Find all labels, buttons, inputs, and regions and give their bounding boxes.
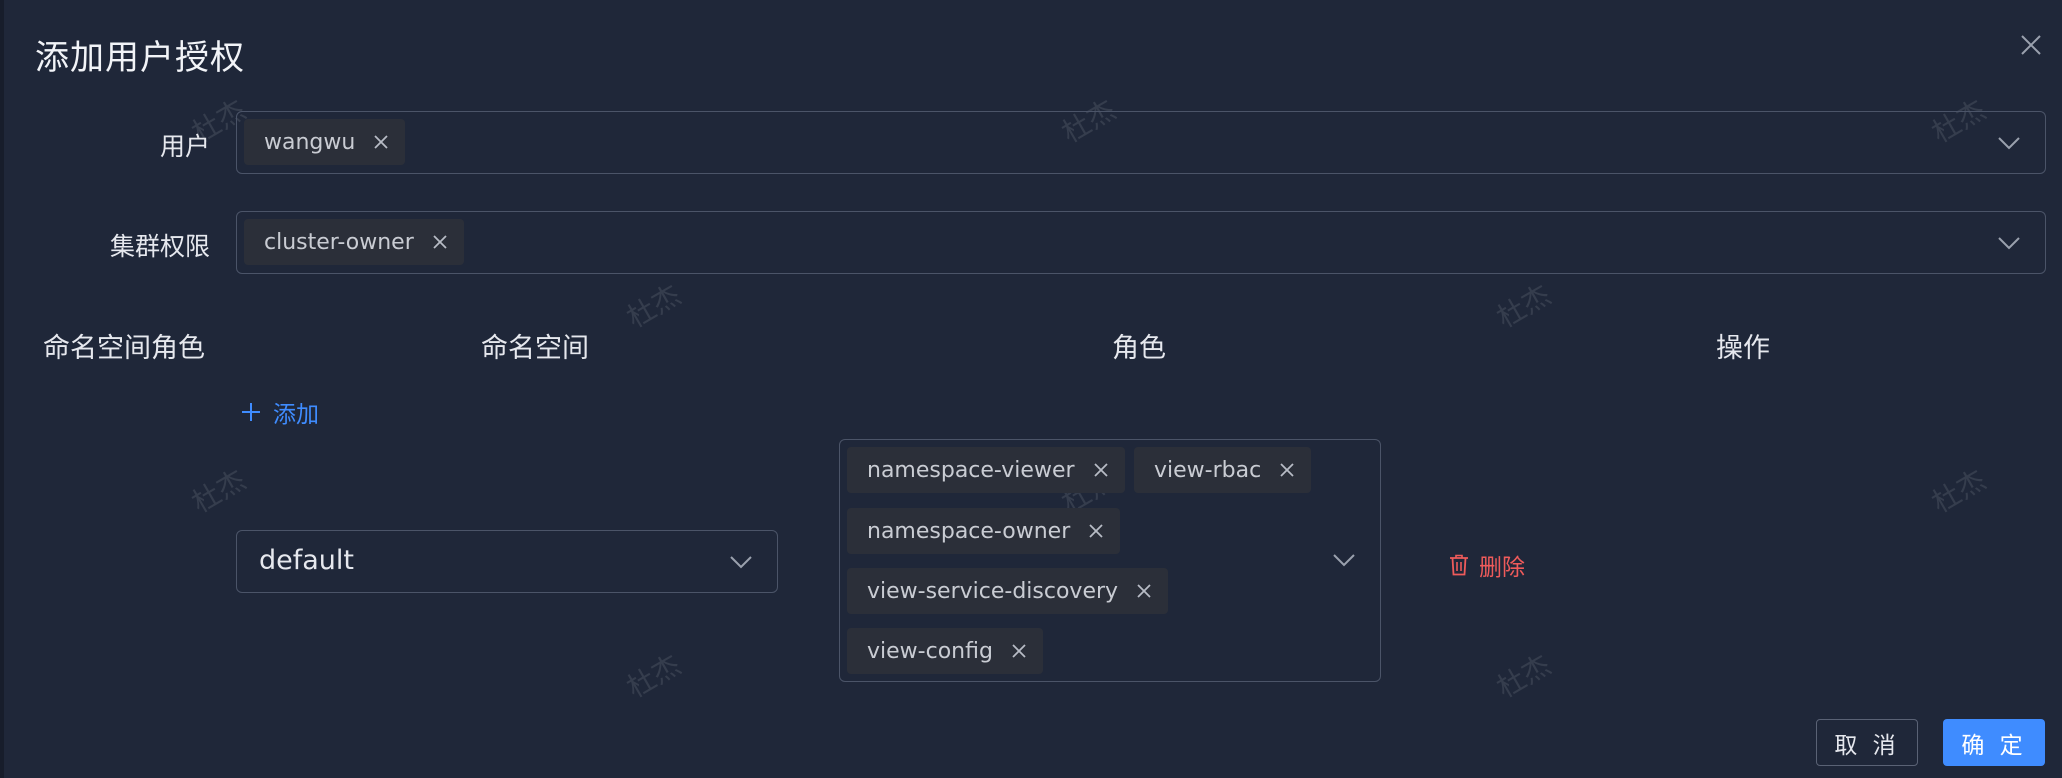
role-tag: view-service-discovery [847, 568, 1169, 614]
close-icon [1093, 463, 1108, 477]
user-select[interactable] [236, 111, 2046, 174]
namespace-value: default [259, 545, 355, 576]
role-tag: view-rbac [1134, 447, 1312, 493]
dialog-title: 添加用户授权 [35, 38, 245, 78]
cancel-button[interactable]: 取 消 [1816, 719, 1918, 766]
add-label: 添加 [273, 402, 319, 428]
role-column-header: 角色 [1112, 333, 1166, 364]
watermark: 杜杰 [186, 463, 252, 520]
chevron-down-icon [1333, 554, 1355, 567]
cluster-permission-tag-label: cluster-owner [264, 229, 414, 255]
role-tag-label: view-config [867, 638, 993, 664]
role-tag: namespace-viewer [847, 447, 1125, 493]
delete-row-button[interactable]: 删除 [1449, 548, 1525, 582]
tag-remove-button[interactable] [373, 134, 389, 150]
plus-icon [242, 403, 260, 421]
tag-remove-button[interactable] [1011, 643, 1027, 659]
user-label: 用户 [159, 132, 210, 161]
close-icon [1089, 524, 1103, 538]
tag-remove-button[interactable] [1088, 523, 1104, 539]
watermark: 杜杰 [1491, 278, 1557, 335]
close-icon [1280, 463, 1294, 477]
role-tag: view-config [847, 628, 1043, 674]
role-tag-label: view-rbac [1154, 457, 1262, 483]
tag-remove-button[interactable] [1093, 462, 1109, 478]
role-tag-label: namespace-viewer [867, 457, 1075, 483]
namespace-column-header: 命名空间 [481, 333, 589, 364]
watermark: 杜杰 [1926, 463, 1992, 520]
tag-remove-button[interactable] [1136, 583, 1152, 599]
watermark: 杜杰 [621, 278, 687, 335]
watermark: 杜杰 [621, 648, 687, 705]
operation-column-header: 操作 [1716, 333, 1770, 364]
trash-icon [1450, 554, 1468, 576]
cluster-permission-label: 集群权限 [109, 232, 210, 261]
close-icon [2021, 35, 2041, 55]
cluster-permission-select[interactable] [236, 211, 2046, 274]
close-icon [1012, 644, 1026, 658]
close-icon [374, 135, 388, 149]
namespace-role-label: 命名空间角色 [43, 333, 205, 364]
tag-remove-button[interactable] [1279, 462, 1295, 478]
namespace-select[interactable]: default [236, 530, 778, 593]
tag-remove-button[interactable] [432, 234, 448, 250]
chevron-down-icon [730, 556, 752, 569]
delete-label: 删除 [1479, 555, 1525, 581]
role-tag-label: namespace-owner [867, 518, 1071, 544]
confirm-button[interactable]: 确 定 [1943, 719, 2045, 766]
close-icon [1137, 584, 1151, 598]
user-tag-label: wangwu [264, 129, 356, 155]
role-tag: namespace-owner [847, 508, 1121, 554]
chevron-down-icon [1998, 237, 2020, 250]
cluster-permission-tag: cluster-owner [244, 219, 464, 265]
add-user-authorization-dialog: 杜杰 杜杰 杜杰 杜杰 杜杰 杜杰 杜杰 杜杰 杜杰 杜杰 添加用户授权 用户 … [0, 0, 2062, 778]
close-icon [433, 235, 447, 249]
user-tag: wangwu [244, 119, 406, 165]
role-tag-label: view-service-discovery [867, 578, 1119, 604]
add-namespace-role-button[interactable]: 添加 [241, 395, 319, 429]
watermark: 杜杰 [1491, 648, 1557, 705]
close-button[interactable] [2010, 26, 2050, 66]
chevron-down-icon [1998, 137, 2020, 150]
